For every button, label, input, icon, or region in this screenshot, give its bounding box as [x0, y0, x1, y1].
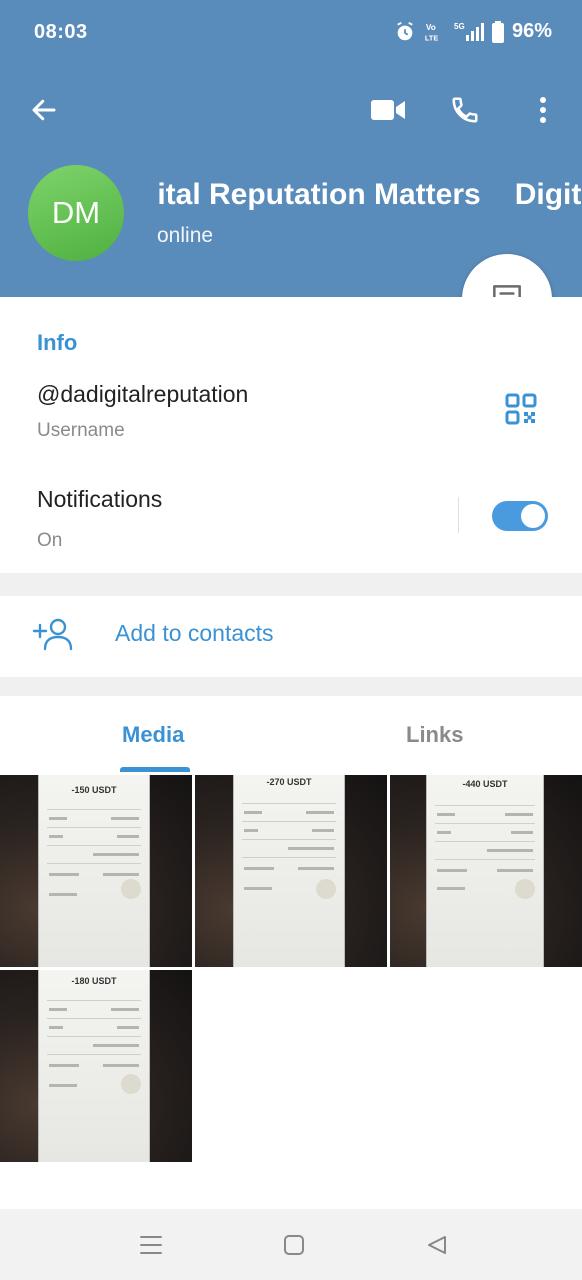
- info-section-title: Info: [37, 330, 78, 355]
- profile-title: Digital Reputation Matters Digital Reputa…: [157, 178, 582, 222]
- receipt-screen: -150 USDT: [38, 775, 150, 967]
- tab-media[interactable]: Media: [122, 722, 184, 748]
- recents-button[interactable]: [137, 1231, 165, 1259]
- battery-percent: 96%: [511, 20, 552, 42]
- media-thumbnail[interactable]: -440 USDT: [390, 775, 582, 967]
- qr-code-icon: [505, 393, 537, 425]
- media-tabs: Media Links: [0, 696, 582, 775]
- notifications-title[interactable]: Notifications: [37, 486, 162, 513]
- notifications-state: On: [37, 530, 63, 551]
- section-divider: [0, 677, 582, 696]
- receipt-amount: -440 USDT: [462, 779, 508, 789]
- media-thumbnail[interactable]: -150 USDT: [0, 775, 192, 967]
- video-call-icon: [371, 100, 405, 120]
- toggle-knob: [521, 504, 545, 528]
- section-divider: [0, 573, 582, 596]
- svg-text:5G: 5G: [454, 22, 465, 31]
- receipt-screen: -180 USDT: [38, 970, 150, 1162]
- home-button[interactable]: [280, 1231, 308, 1259]
- status-bar: 08:03 Vo LTE 5G 96%: [0, 0, 582, 64]
- receipt-seal: [121, 1074, 141, 1094]
- voice-call-button[interactable]: [441, 86, 489, 134]
- receipt-amount: -270 USDT: [266, 777, 312, 787]
- add-person-icon: [32, 618, 73, 651]
- receipt-amount: -150 USDT: [71, 785, 117, 795]
- status-time: 08:03: [34, 21, 88, 43]
- profile-title-marquee: Digital Reputation Matters: [514, 178, 582, 211]
- media-grid: -150 USDT -270 USDT -440 USDT -180 USDT: [0, 775, 582, 1162]
- info-section: Info @dadigitalreputation Username Notif…: [0, 297, 582, 573]
- back-triangle-icon: [428, 1236, 446, 1254]
- more-options-button[interactable]: [519, 86, 567, 134]
- username-label: Username: [37, 420, 125, 441]
- svg-text:Vo: Vo: [426, 23, 436, 32]
- receipt-amount: -180 USDT: [71, 976, 117, 986]
- volte-icon: VoLTE: [425, 23, 438, 42]
- home-square-icon: [284, 1235, 304, 1255]
- back-nav-button[interactable]: [423, 1231, 451, 1259]
- more-vertical-icon: [540, 97, 546, 123]
- receipt-seal: [515, 879, 535, 899]
- add-to-contacts-label: Add to contacts: [115, 620, 274, 646]
- system-nav-bar: [0, 1209, 582, 1280]
- qr-code-button[interactable]: [505, 393, 537, 430]
- username-value[interactable]: @dadigitalreputation: [37, 381, 248, 408]
- profile-title-text: Digital Reputation Matters: [157, 178, 481, 211]
- notifications-toggle[interactable]: [492, 501, 548, 531]
- arrow-left-icon: [32, 99, 56, 121]
- avatar[interactable]: DM: [28, 165, 124, 261]
- back-button[interactable]: [20, 86, 68, 134]
- signal-5g-icon: 5G: [454, 22, 484, 41]
- receipt-screen: -270 USDT: [233, 775, 345, 967]
- status-icons: Vo LTE 5G 96%: [394, 20, 552, 43]
- receipt-seal: [121, 879, 141, 899]
- alarm-icon: [397, 21, 413, 40]
- tab-links[interactable]: Links: [406, 722, 463, 748]
- receipt-seal: [316, 879, 336, 899]
- phone-icon: [452, 97, 478, 123]
- media-thumbnail[interactable]: -270 USDT: [195, 775, 387, 967]
- receipt-screen: -440 USDT: [426, 775, 544, 967]
- add-to-contacts-row[interactable]: Add to contacts: [0, 596, 582, 677]
- profile-header: 08:03 VoLTE 5G 96% DM Digital Reputation…: [0, 0, 582, 297]
- svg-text:LTE: LTE: [425, 33, 438, 42]
- tab-indicator: [120, 767, 190, 772]
- avatar-initials: DM: [51, 195, 101, 230]
- media-thumbnail[interactable]: -180 USDT: [0, 970, 192, 1162]
- profile-status: online: [157, 224, 214, 247]
- video-call-button[interactable]: [364, 86, 412, 134]
- divider: [458, 497, 459, 533]
- menu-lines-icon: [140, 1236, 162, 1254]
- battery-icon: [491, 20, 504, 43]
